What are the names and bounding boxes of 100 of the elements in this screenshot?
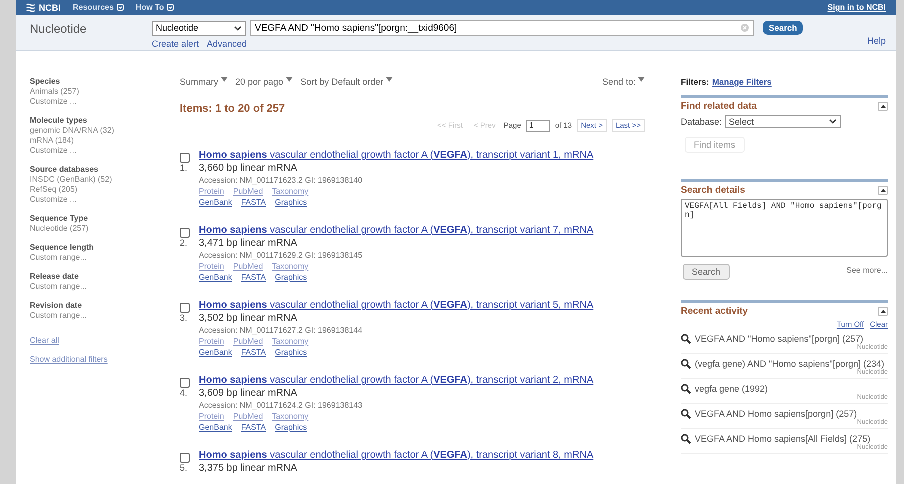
search-button[interactable]: Search <box>763 21 804 35</box>
search-icon <box>681 384 691 394</box>
collapse-button[interactable] <box>878 186 888 195</box>
database-select[interactable]: Select <box>725 115 842 128</box>
filter-link[interactable]: Nucleotide (257) <box>30 224 180 233</box>
help-link[interactable]: Help <box>867 36 886 46</box>
filter-link[interactable]: Customize ... <box>30 146 180 155</box>
filter-link[interactable]: Customize ... <box>30 97 180 106</box>
result-summary: 3,609 bp linear mRNA <box>199 388 298 399</box>
logo-icon <box>26 3 36 12</box>
filter-link[interactable]: Custom range... <box>30 282 180 291</box>
checkbox[interactable] <box>180 153 190 163</box>
format-link[interactable]: Graphics <box>275 198 308 207</box>
checkbox[interactable] <box>180 303 190 313</box>
recent-search-link[interactable]: VEGFA AND "Homo sapiens"[porgn] (257) <box>695 334 888 344</box>
filter-action-link[interactable]: Show additional filters <box>30 355 180 364</box>
format-link[interactable]: FASTA <box>241 273 266 282</box>
panel-title: Search details <box>681 185 746 196</box>
filter-heading: Source databases <box>30 165 100 174</box>
page-field[interactable]: 1 <box>526 120 550 132</box>
accession-text: Accession: NM_001171629.2 GI: 1969138145 <box>199 251 364 260</box>
filter-link[interactable]: INSDC (GenBank) (52) <box>30 175 180 184</box>
filter-link[interactable]: genomic DNA/RNA (32) <box>30 126 180 135</box>
logo-text: NCBI <box>39 2 61 12</box>
database-label: Database: <box>681 116 722 126</box>
filter-link[interactable]: Customize ... <box>30 195 180 204</box>
filter-heading: Sequence length <box>30 243 96 252</box>
filter-link[interactable]: Custom range... <box>30 311 180 320</box>
search-details-field[interactable]: VEGFA[All Fields] AND "Homo sapiens"[porgn] <box>681 199 888 257</box>
recent-search-link[interactable]: VEGFA AND Homo sapiens[porgn] (257) <box>695 409 888 419</box>
related-link[interactable]: Taxonomy <box>272 337 309 346</box>
search-icon <box>681 334 691 344</box>
result-summary: 3,375 bp linear mRNA <box>199 463 298 474</box>
format-link[interactable]: FASTA <box>241 348 266 357</box>
result-number: 4. <box>180 388 189 400</box>
accession-text: Accession: NM_001171623.2 GI: 1969138140 <box>199 176 364 185</box>
result-title-link[interactable]: Homo sapiens vascular endothelial growth factor A (VEGFA), transcript variant 2, mRNA <box>199 375 645 388</box>
filter-link[interactable]: Animals (257) <box>30 87 180 96</box>
result-number: 1. <box>180 163 189 175</box>
clear-icon <box>741 24 749 32</box>
display-option[interactable]: Summary <box>180 77 228 87</box>
result-summary: 3,471 bp linear mRNA <box>199 238 298 249</box>
database-title: Nucleotide <box>30 21 88 38</box>
accession-text: Accession: NM_001171627.2 GI: 1969138144 <box>199 326 364 335</box>
search-icon <box>681 409 691 419</box>
search-button[interactable]: Search <box>683 264 730 280</box>
recent-search-link[interactable]: VEGFA AND Homo sapiens[All Fields] (275) <box>695 434 888 444</box>
related-link[interactable]: Taxonomy <box>272 412 309 421</box>
caret-icon <box>386 77 393 82</box>
see-more-link[interactable]: See more... <box>846 266 888 274</box>
result-number: 3. <box>180 313 189 325</box>
display-option[interactable]: 20 por pago <box>236 77 293 87</box>
checkbox[interactable] <box>180 378 190 388</box>
format-link[interactable]: FASTA <box>241 198 266 207</box>
chevron-down-icon <box>829 119 838 124</box>
filter-link[interactable]: RefSeq (205) <box>30 185 180 194</box>
collapse-button[interactable] <box>878 102 888 111</box>
collapse-icon <box>880 189 886 192</box>
format-link[interactable]: GenBank <box>199 348 232 357</box>
collapse-icon <box>880 105 886 108</box>
sign-in-link[interactable]: Sign in to NCBI <box>828 3 886 12</box>
result-number: 2. <box>180 238 189 250</box>
filter-heading: Species <box>30 77 62 86</box>
recent-search-link[interactable]: (vegfa gene) AND "Homo sapiens"[porgn] (234) <box>695 359 888 369</box>
format-link[interactable]: GenBank <box>199 273 232 282</box>
caret-icon <box>286 77 293 82</box>
format-link[interactable]: FASTA <box>241 423 266 432</box>
filters-label: Filters: <box>681 77 710 87</box>
format-link[interactable]: GenBank <box>199 423 232 432</box>
format-link[interactable]: GenBank <box>199 198 232 207</box>
collapse-button[interactable] <box>878 307 888 316</box>
header-menu[interactable]: Resources <box>73 3 124 12</box>
format-link[interactable]: Graphics <box>275 273 308 282</box>
checkbox[interactable] <box>180 228 190 238</box>
result-title-link[interactable]: Homo sapiens vascular endothelial growth factor A (VEGFA), transcript variant 5, mRNA <box>199 300 645 313</box>
result-title-link[interactable]: Homo sapiens vascular endothelial growth factor A (VEGFA), transcript variant 8, mRNA <box>199 450 645 463</box>
send-to-menu[interactable]: Send to: <box>602 77 645 87</box>
caret-icon <box>220 77 228 82</box>
format-link[interactable]: Graphics <box>275 348 308 357</box>
chevron-down-icon <box>234 26 242 30</box>
result-title-link[interactable]: Homo sapiens vascular endothelial growth factor A (VEGFA), transcript variant 7, mRNA <box>199 225 645 238</box>
filter-action-link[interactable]: Clear all <box>30 336 180 345</box>
search-link[interactable]: Advanced <box>207 39 248 49</box>
search-link[interactable]: Create alert <box>152 39 200 49</box>
search-field[interactable]: VEGFA AND "Homo sapiens"[porgn:__txid9606] <box>250 20 754 36</box>
header-menu[interactable]: How To <box>136 3 174 12</box>
display-option[interactable]: Sort by Default order <box>300 77 393 87</box>
format-link[interactable]: Graphics <box>275 423 308 432</box>
result-title-link[interactable]: Homo sapiens vascular endothelial growth factor A (VEGFA), transcript variant 1, mRNA <box>199 150 645 163</box>
manage-filters-link[interactable]: Manage Filters <box>712 77 772 87</box>
checkbox[interactable] <box>180 453 190 463</box>
results-count: Items: 1 to 20 of 257 <box>180 103 286 115</box>
result-number: 5. <box>180 463 189 474</box>
related-link[interactable]: Taxonomy <box>272 187 309 196</box>
filter-link[interactable]: mRNA (184) <box>30 136 180 145</box>
related-link[interactable]: Taxonomy <box>272 262 309 271</box>
database-select[interactable]: Nucleotide <box>152 20 246 36</box>
filter-link[interactable]: Custom range... <box>30 253 180 262</box>
dropdown-icon <box>116 4 124 11</box>
recent-search-link[interactable]: vegfa gene (1992) <box>695 384 888 394</box>
